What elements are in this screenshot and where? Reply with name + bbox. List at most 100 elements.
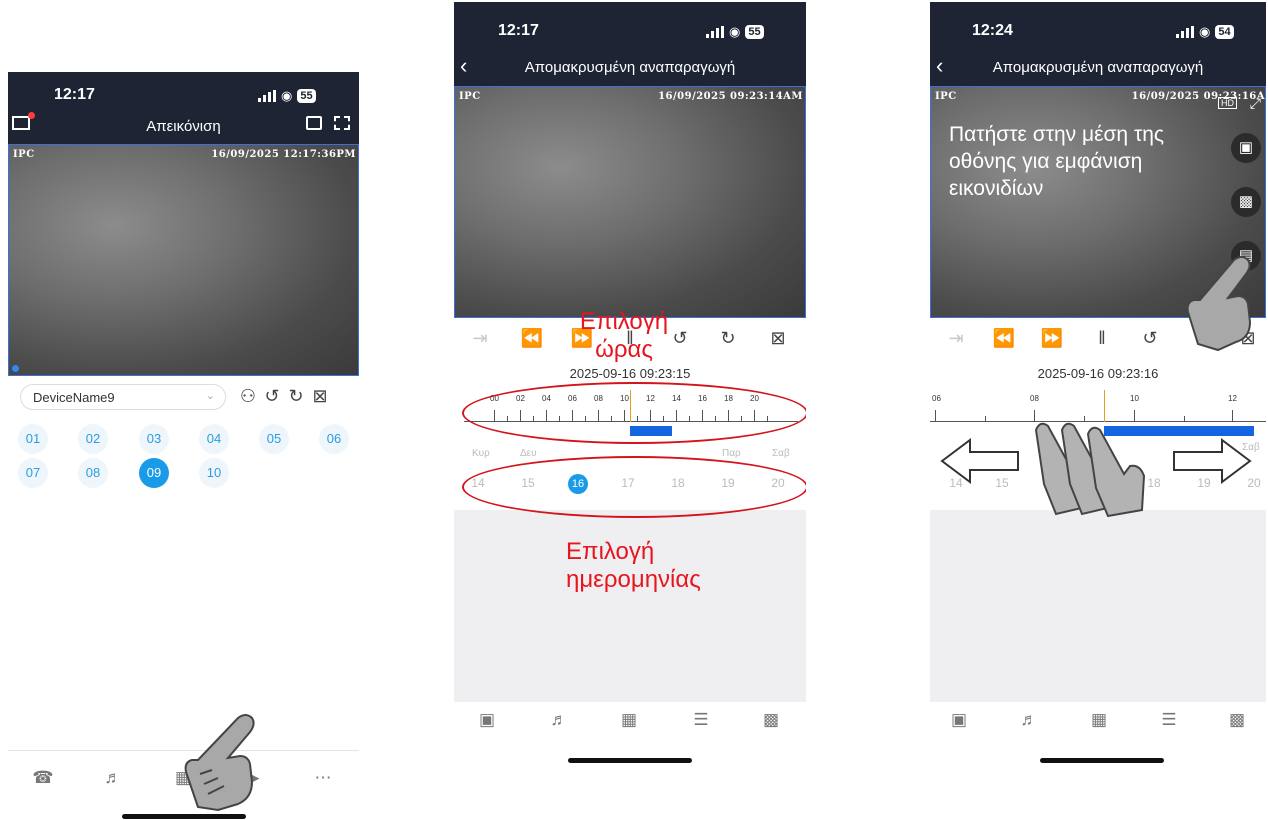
record-video-icon[interactable]: ▩ bbox=[1231, 187, 1261, 217]
hour-label: 10 bbox=[1130, 394, 1139, 403]
weekday-label: Κυρ bbox=[472, 448, 490, 459]
app-header: 12:17 ◉ 55 Απεικόνιση bbox=[8, 72, 359, 144]
speaker-icon[interactable]: ♬ bbox=[102, 768, 124, 788]
close-window-icon[interactable]: ⊠ bbox=[766, 328, 790, 349]
status-icons: ◉ 54 bbox=[1176, 24, 1234, 40]
panel-live-view: 12:17 ◉ 55 Απεικόνιση IPC 16/09/2025 12:… bbox=[8, 72, 359, 820]
annotation-time-ellipse bbox=[462, 382, 806, 444]
panel-remote-playback-controls: 12:24 ◉ 54 ‹ Απομακρυσμένη αναπαραγωγή I… bbox=[930, 2, 1266, 768]
record-indicator bbox=[12, 365, 19, 372]
hint-text: Πατήστε στην μέση της οθόνης για εμφάνισ… bbox=[949, 123, 1165, 200]
step-back-icon[interactable]: ↺ bbox=[1138, 328, 1162, 349]
hour-label: 08 bbox=[1030, 394, 1039, 403]
weekday-label: Παρ bbox=[722, 448, 741, 459]
speaker-icon[interactable]: ♬ bbox=[548, 710, 570, 730]
speaker-icon[interactable]: ♬ bbox=[1018, 710, 1040, 730]
calendar-icon[interactable]: ▩ bbox=[760, 710, 782, 730]
playback-video[interactable]: IPC 16/09/2025 09:23:14AM bbox=[454, 86, 806, 318]
channel-04[interactable]: 04 bbox=[199, 424, 229, 454]
osd-timestamp: 16/09/2025 12:17:36PM bbox=[211, 149, 356, 160]
osd-label: IPC bbox=[935, 91, 957, 102]
signal-icon bbox=[1176, 26, 1194, 38]
close-window-icon[interactable]: ⊠ bbox=[308, 386, 332, 407]
device-icon[interactable]: ▣ bbox=[476, 710, 498, 730]
annotation-date: Επιλογή ημερομηνίας bbox=[566, 538, 701, 593]
list-icon[interactable]: ☰ bbox=[690, 710, 712, 730]
microphone-icon[interactable]: ☎ bbox=[32, 768, 54, 788]
device-name: DeviceName9 bbox=[33, 390, 115, 405]
rewind-icon[interactable]: ⏪ bbox=[992, 328, 1016, 349]
clock: 12:24 bbox=[972, 22, 1013, 39]
battery-icon: 54 bbox=[1215, 25, 1234, 39]
home-indicator bbox=[122, 814, 246, 819]
home-indicator bbox=[568, 758, 692, 763]
expand-icon[interactable]: ⤢ bbox=[1250, 95, 1261, 112]
channel-03[interactable]: 03 bbox=[139, 424, 169, 454]
fullscreen-icon[interactable] bbox=[334, 116, 350, 130]
status-bar: 12:17 ◉ 55 bbox=[8, 72, 359, 118]
home-indicator bbox=[1040, 758, 1164, 763]
ruler-tick bbox=[1232, 410, 1233, 422]
channel-01[interactable]: 01 bbox=[18, 424, 48, 454]
weekday-label: Σαβ bbox=[772, 448, 790, 459]
status-bar: 12:17 ◉ 55 bbox=[454, 2, 806, 48]
list-icon[interactable]: ☰ bbox=[1158, 710, 1180, 730]
fast-forward-icon[interactable]: ⏩ bbox=[1040, 328, 1064, 349]
rewind-icon[interactable]: ⏪ bbox=[520, 328, 544, 349]
page-title: Απομακρυσμένη αναπαραγωγή bbox=[992, 59, 1204, 76]
pause-icon[interactable]: ‖ bbox=[1090, 328, 1114, 349]
chevron-down-icon: ⌄ bbox=[205, 390, 215, 402]
pointing-hand-icon bbox=[1186, 256, 1252, 352]
channel-09-selected[interactable]: 09 bbox=[139, 458, 169, 488]
clock: 12:17 bbox=[54, 86, 95, 103]
more-icon[interactable]: ⋯ bbox=[312, 768, 334, 788]
page-title: Απομακρυσμένη αναπαραγωγή bbox=[524, 59, 736, 76]
snapshot-icon[interactable]: ▣ bbox=[1231, 133, 1261, 163]
channel-07[interactable]: 07 bbox=[18, 458, 48, 488]
status-icons: ◉ 55 bbox=[706, 24, 764, 40]
device-select[interactable]: DeviceName9 ⌄ bbox=[20, 384, 226, 410]
app-header: 12:17 ◉ 55 ‹ Απομακρυσμένη αναπαραγωγή bbox=[454, 2, 806, 86]
step-forward-icon[interactable]: ↻ bbox=[716, 328, 740, 349]
hour-label: 06 bbox=[932, 394, 941, 403]
forward-arrow-icon[interactable]: ↻ bbox=[284, 386, 308, 407]
channel-02[interactable]: 02 bbox=[78, 424, 108, 454]
swipe-hand-icon bbox=[1034, 422, 1146, 518]
channel-05[interactable]: 05 bbox=[259, 424, 289, 454]
wifi-icon: ◉ bbox=[729, 24, 741, 39]
channel-10[interactable]: 10 bbox=[199, 458, 229, 488]
ruler-tick bbox=[935, 410, 936, 422]
hd-badge[interactable]: HD bbox=[1218, 97, 1237, 109]
annotation-time: Επιλογή ώρας bbox=[579, 308, 669, 363]
status-bar: 12:24 ◉ 54 bbox=[930, 2, 1266, 48]
signal-icon bbox=[258, 90, 276, 102]
device-list-icon[interactable] bbox=[306, 116, 322, 130]
channel-08[interactable]: 08 bbox=[78, 458, 108, 488]
ruler-tick bbox=[985, 416, 986, 422]
grid-icon[interactable]: ▦ bbox=[618, 710, 640, 730]
annotation-date-ellipse bbox=[462, 456, 806, 518]
signal-icon bbox=[706, 26, 724, 38]
pointing-hand-icon bbox=[184, 714, 255, 812]
device-icon[interactable]: ▣ bbox=[948, 710, 970, 730]
osd-label: IPC bbox=[13, 149, 35, 160]
grid-icon[interactable]: ▦ bbox=[1088, 710, 1110, 730]
calendar-icon[interactable]: ▩ bbox=[1226, 710, 1248, 730]
skip-start-icon[interactable]: ⇥ bbox=[944, 328, 968, 349]
osd-label: IPC bbox=[459, 91, 481, 102]
back-arrow-icon[interactable]: ↺ bbox=[260, 386, 284, 407]
clock: 12:17 bbox=[498, 22, 539, 39]
empty-area bbox=[930, 510, 1266, 702]
osd-timestamp: 16/09/2025 09:23:14AM bbox=[658, 91, 803, 102]
skip-start-icon[interactable]: ⇥ bbox=[468, 328, 492, 349]
ptz-icon[interactable]: ⚇ bbox=[236, 386, 260, 407]
osd-timestamp: 16/09/2025 09:23:16A bbox=[1131, 91, 1265, 102]
ruler-tick bbox=[1184, 416, 1185, 422]
channel-06[interactable]: 06 bbox=[319, 424, 349, 454]
hour-label: 12 bbox=[1228, 394, 1237, 403]
status-icons: ◉ 55 bbox=[258, 88, 316, 104]
swipe-right-arrow-icon bbox=[1173, 438, 1252, 484]
app-header: 12:24 ◉ 54 ‹ Απομακρυσμένη αναπαραγωγή bbox=[930, 2, 1266, 86]
live-video[interactable]: IPC 16/09/2025 12:17:36PM bbox=[8, 144, 359, 376]
playback-timestamp: 2025-09-16 09:23:15 bbox=[569, 366, 691, 381]
